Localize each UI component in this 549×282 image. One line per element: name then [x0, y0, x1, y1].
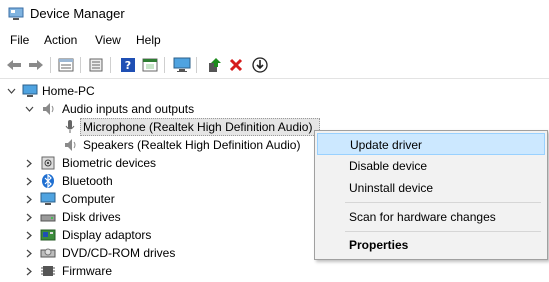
- menu-item-label: Update driver: [350, 138, 423, 152]
- uninstall-icon[interactable]: [226, 55, 246, 75]
- title-bar: Device Manager: [0, 0, 549, 28]
- device-microphone[interactable]: Microphone (Realtek High Definition Audi…: [0, 118, 320, 136]
- category-label: Audio inputs and outputs: [62, 102, 195, 116]
- menu-action[interactable]: Action: [42, 33, 79, 47]
- svg-text:?: ?: [125, 59, 131, 72]
- chevron-right-icon[interactable]: [24, 208, 34, 226]
- toolbar-separator: [80, 57, 81, 73]
- show-hidden-icon[interactable]: [86, 55, 106, 75]
- chevron-right-icon[interactable]: [24, 226, 34, 244]
- computer-icon: [22, 84, 38, 97]
- category-computer[interactable]: Computer: [0, 190, 320, 208]
- menu-view[interactable]: View: [93, 33, 123, 47]
- fingerprint-icon: [41, 156, 55, 170]
- menu-bar: File Action View Help: [0, 30, 549, 50]
- monitor-icon: [40, 192, 56, 205]
- menu-separator: [345, 202, 541, 203]
- bluetooth-icon: [42, 174, 54, 188]
- menu-item-disable-device[interactable]: Disable device: [317, 155, 545, 177]
- back-icon[interactable]: [4, 55, 24, 75]
- window-title: Device Manager: [30, 6, 125, 21]
- device-speakers[interactable]: Speakers (Realtek High Definition Audio): [0, 136, 320, 154]
- chevron-right-icon[interactable]: [24, 262, 34, 280]
- chevron-right-icon[interactable]: [24, 190, 34, 208]
- toolbar-separator: [196, 57, 197, 73]
- properties-icon[interactable]: [56, 55, 76, 75]
- menu-item-label: Scan for hardware changes: [349, 210, 496, 224]
- device-label: Microphone (Realtek High Definition Audi…: [83, 120, 313, 134]
- category-display-adaptors[interactable]: Display adaptors: [0, 226, 320, 244]
- toolbar-separator: [164, 57, 165, 73]
- device-label: Speakers (Realtek High Definition Audio): [83, 138, 301, 152]
- help-icon[interactable]: ?: [118, 55, 138, 75]
- menu-item-scan-hardware[interactable]: Scan for hardware changes: [317, 206, 545, 228]
- category-firmware[interactable]: Firmware: [0, 262, 320, 280]
- chevron-down-icon[interactable]: [6, 82, 16, 100]
- root-label: Home-PC: [42, 84, 95, 98]
- category-label: Computer: [62, 192, 115, 206]
- speaker-icon: [65, 139, 76, 151]
- update-driver-icon[interactable]: [204, 55, 224, 75]
- chevron-down-icon[interactable]: [24, 100, 34, 118]
- menu-item-update-driver[interactable]: Update driver: [317, 133, 545, 155]
- device-manager-icon: [8, 7, 24, 20]
- category-label: DVD/CD-ROM drives: [62, 246, 176, 260]
- tree-root[interactable]: Home-PC: [0, 82, 300, 100]
- category-audio[interactable]: Audio inputs and outputs: [0, 100, 320, 118]
- update-view-icon[interactable]: [140, 55, 160, 75]
- monitor-scan-icon[interactable]: [172, 55, 192, 75]
- menu-separator: [345, 231, 541, 232]
- category-dvd-drives[interactable]: DVD/CD-ROM drives: [0, 244, 320, 262]
- menu-item-label: Uninstall device: [349, 181, 434, 195]
- toolbar-separator: [50, 57, 51, 73]
- category-disk-drives[interactable]: Disk drives: [0, 208, 320, 226]
- display-adaptor-icon: [40, 229, 56, 241]
- context-menu: Update driver Disable device Uninstall d…: [314, 130, 548, 260]
- category-label: Bluetooth: [62, 174, 113, 188]
- category-label: Display adaptors: [62, 228, 152, 242]
- firmware-icon: [41, 266, 55, 276]
- menu-help[interactable]: Help: [134, 33, 163, 47]
- chevron-right-icon[interactable]: [24, 244, 34, 262]
- category-label: Disk drives: [62, 210, 121, 224]
- toolbar-separator: [110, 57, 111, 73]
- menu-item-uninstall-device[interactable]: Uninstall device: [317, 177, 545, 199]
- category-label: Biometric devices: [62, 156, 157, 170]
- menu-item-label: Disable device: [349, 159, 428, 173]
- category-label: Firmware: [62, 264, 112, 278]
- dvd-drive-icon: [40, 248, 56, 258]
- download-icon[interactable]: [250, 55, 270, 75]
- chevron-right-icon[interactable]: [24, 154, 34, 172]
- disk-drive-icon: [40, 214, 56, 222]
- menu-item-label: Properties: [349, 238, 409, 252]
- microphone-icon: [65, 120, 75, 133]
- forward-icon[interactable]: [26, 55, 46, 75]
- chevron-right-icon[interactable]: [24, 172, 34, 190]
- category-biometric[interactable]: Biometric devices: [0, 154, 320, 172]
- menu-file[interactable]: File: [8, 33, 31, 47]
- speaker-icon: [43, 103, 54, 115]
- category-bluetooth[interactable]: Bluetooth: [0, 172, 320, 190]
- toolbar: ?: [0, 52, 549, 79]
- menu-item-properties[interactable]: Properties: [317, 234, 545, 256]
